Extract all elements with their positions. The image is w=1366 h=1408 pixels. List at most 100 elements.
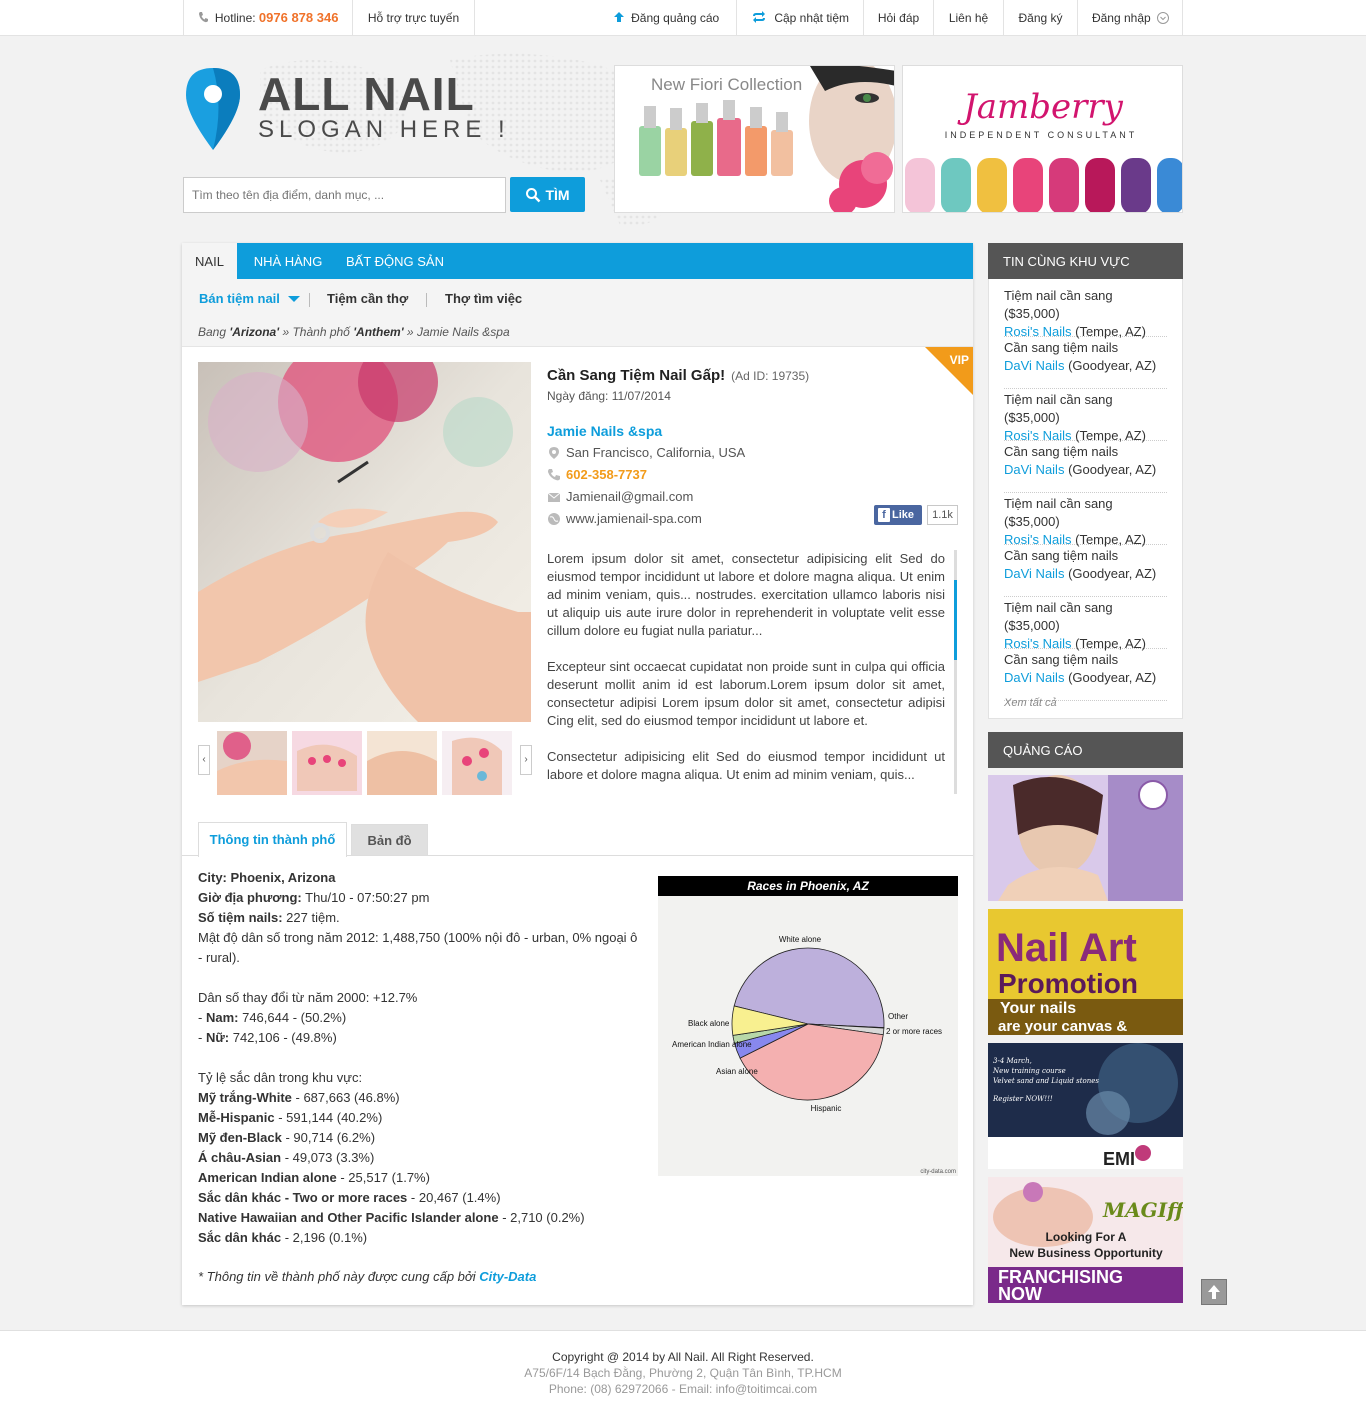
post-ad-link[interactable]: Đăng quảng cáo (596, 0, 736, 36)
ad-banner-1[interactable] (988, 775, 1183, 901)
pie-label: Black alone (688, 1019, 730, 1028)
news-shop-link[interactable]: Rosi's Nails (1004, 636, 1072, 651)
phone-link[interactable]: 602-358-7737 (566, 466, 647, 484)
breadcrumb: Bang 'Arizona' » Thành phố 'Anthem' » Ja… (198, 325, 510, 339)
tab-map[interactable]: Bản đồ (351, 824, 428, 855)
search-icon (526, 187, 541, 202)
race-row: Mỹ đen-Black - 90,714 (6.2%) (198, 1130, 376, 1145)
race-row: Sắc dân khác - 2,196 (0.1%) (198, 1230, 368, 1245)
like-count: 1.1k (927, 505, 958, 525)
sidebar-news-list: Tiệm nail cần sang ($35,000) Rosi's Nails… (988, 279, 1183, 719)
svg-text:Your nails: Your nails (1000, 1000, 1076, 1017)
thumbnail[interactable] (442, 731, 512, 795)
shop-name-link[interactable]: Jamie Nails &spa (547, 423, 662, 439)
svg-text:Promotion: Promotion (998, 968, 1138, 999)
faq-link[interactable]: Hỏi đáp (863, 0, 933, 36)
listing-title: Cần Sang Tiệm Nail Gấp! (Ad ID: 19735) (547, 367, 810, 384)
svg-text:NOW: NOW (998, 1284, 1042, 1303)
news-item[interactable]: Tiệm nail cần sang ($35,000) Rosi's Nails… (1004, 287, 1167, 339)
support-link[interactable]: Hỗ trợ trực tuyến (353, 0, 475, 36)
thumbnail[interactable] (217, 731, 287, 795)
breadcrumb-current: Jamie Nails &spa (416, 325, 510, 339)
top-bar-inner: Hotline: 0976 878 346 Hỗ trợ trực tuyến … (183, 0, 1183, 36)
news-shop-link[interactable]: Rosi's Nails (1004, 532, 1072, 547)
subnav-need-worker[interactable]: Tiệm cần thợ (327, 291, 408, 306)
ad-banner-2[interactable]: Nail Art Promotion Your nails are your c… (988, 909, 1183, 1035)
svg-text:New Fiori Collection: New Fiori Collection (651, 75, 802, 94)
news-item[interactable]: Tiệm nail cần sang ($35,000) Rosi's Nails… (1004, 495, 1167, 547)
subnav: Bán tiệm nail Tiệm cần thợ Thợ tìm việc … (182, 279, 973, 347)
tab-restaurant[interactable]: NHÀ HÀNG (239, 243, 337, 279)
description-scrollbar-thumb[interactable] (954, 580, 957, 660)
sidebar-ads-title: QUẢNG CÁO (988, 732, 1183, 768)
banner-jamberry-art: Jamberry INDEPENDENT CONSULTANT (903, 66, 1182, 212)
news-item[interactable]: Cần sang tiệm nails DaVi Nails (Goodyear,… (1004, 443, 1167, 493)
chart-title: Races in Phoenix, AZ (658, 876, 958, 896)
login-link[interactable]: Đăng nhập (1077, 0, 1183, 36)
svg-text:are your canvas &: are your canvas & (998, 1018, 1127, 1035)
upload-icon (613, 12, 624, 22)
breadcrumb-state[interactable]: 'Arizona' (229, 325, 279, 339)
pie-label: Other (888, 1012, 908, 1021)
news-shop-link[interactable]: DaVi Nails (1004, 566, 1064, 581)
thumbnail[interactable] (292, 731, 362, 795)
news-item[interactable]: Tiệm nail cần sang ($35,000) Rosi's Nails… (1004, 391, 1167, 443)
thumb-prev-button[interactable]: ‹ (198, 745, 210, 775)
see-all-link[interactable]: Xem tất cả (1004, 697, 1057, 709)
site-logo-title[interactable]: ALL NAIL (258, 68, 475, 120)
thumb-next-button[interactable]: › (520, 745, 532, 775)
banner-fiori[interactable]: New Fiori Collection (614, 65, 895, 213)
svg-text:Looking For A: Looking For A (1046, 1230, 1127, 1244)
ad-banner-3[interactable]: 3-4 March, New training course Velvet sa… (988, 1043, 1183, 1169)
subnav-divider (309, 293, 310, 307)
city-data-link[interactable]: City-Data (479, 1269, 536, 1284)
email-link[interactable]: Jamienail@gmail.com (566, 488, 693, 506)
svg-text:Nail Art: Nail Art (996, 926, 1137, 970)
tab-real-estate[interactable]: BẤT ĐỘNG SẢN (339, 243, 451, 279)
subnav-find-job[interactable]: Thợ tìm việc (445, 291, 522, 306)
subnav-sell-shop[interactable]: Bán tiệm nail (199, 291, 300, 306)
news-shop-link[interactable]: DaVi Nails (1004, 462, 1064, 477)
news-shop-link[interactable]: Rosi's Nails (1004, 428, 1072, 443)
race-row: Mỹ trắng-White - 687,663 (46.8%) (198, 1090, 400, 1105)
news-item[interactable]: Cần sang tiệm nails DaVi Nails (Goodyear,… (1004, 339, 1167, 389)
listing-main-photo[interactable] (198, 362, 531, 722)
news-shop-link[interactable]: DaVi Nails (1004, 670, 1064, 685)
website-link[interactable]: www.jamienail-spa.com (566, 510, 702, 528)
news-shop-link[interactable]: Rosi's Nails (1004, 324, 1072, 339)
breadcrumb-city[interactable]: 'Anthem' (353, 325, 403, 339)
chevron-down-icon (1157, 12, 1170, 24)
facebook-icon: f (878, 508, 890, 522)
back-to-top-button[interactable] (1201, 1279, 1227, 1305)
update-shop-link[interactable]: Cập nhật tiệm (736, 0, 863, 36)
data-source-note: * Thông tin về thành phố này được cung c… (198, 1269, 537, 1284)
pie-label: American Indian alone (672, 1040, 752, 1049)
main-content: NAIL NHÀ HÀNG BẤT ĐỘNG SẢN Bán tiệm nail… (182, 243, 973, 1305)
race-row: Á châu-Asian - 49,073 (3.3%) (198, 1150, 375, 1165)
news-item[interactable]: Cần sang tiệm nails DaVi Nails (Goodyear,… (1004, 547, 1167, 597)
manicure-photo (198, 362, 531, 722)
location-pin-logo-icon (186, 68, 240, 150)
phone-icon (198, 12, 208, 23)
search-input[interactable] (183, 177, 506, 213)
svg-text:Jamberry: Jamberry (957, 87, 1124, 127)
ad-banner-4[interactable]: MAGIff Looking For A New Business Opport… (988, 1177, 1183, 1303)
svg-text:EMI: EMI (1103, 1149, 1135, 1169)
register-link[interactable]: Đăng ký (1003, 0, 1077, 36)
hotline-number[interactable]: 0976 878 346 (259, 10, 339, 25)
tab-city-info[interactable]: Thông tin thành phố (198, 822, 347, 857)
ad-id: (Ad ID: 19735) (731, 369, 810, 383)
svg-text:MAGIff: MAGIff (1102, 1198, 1183, 1222)
banner-jamberry[interactable]: Jamberry INDEPENDENT CONSULTANT (902, 65, 1183, 213)
contact-link[interactable]: Liên hệ (933, 0, 1003, 36)
news-item[interactable]: Cần sang tiệm nails DaVi Nails (Goodyear,… (1004, 651, 1167, 701)
news-item[interactable]: Tiệm nail cần sang ($35,000) Rosi's Nails… (1004, 599, 1167, 651)
tab-nail[interactable]: NAIL (182, 243, 237, 279)
thumbnail[interactable] (367, 731, 437, 795)
news-shop-link[interactable]: DaVi Nails (1004, 358, 1064, 373)
svg-text:New training course: New training course (992, 1067, 1066, 1075)
facebook-like-button[interactable]: f Like (874, 505, 922, 525)
svg-text:Velvet sand and Liquid stones: Velvet sand and Liquid stones (993, 1077, 1099, 1085)
search-button[interactable]: TÌM (510, 177, 585, 212)
banner-fiori-art: New Fiori Collection (615, 66, 894, 212)
